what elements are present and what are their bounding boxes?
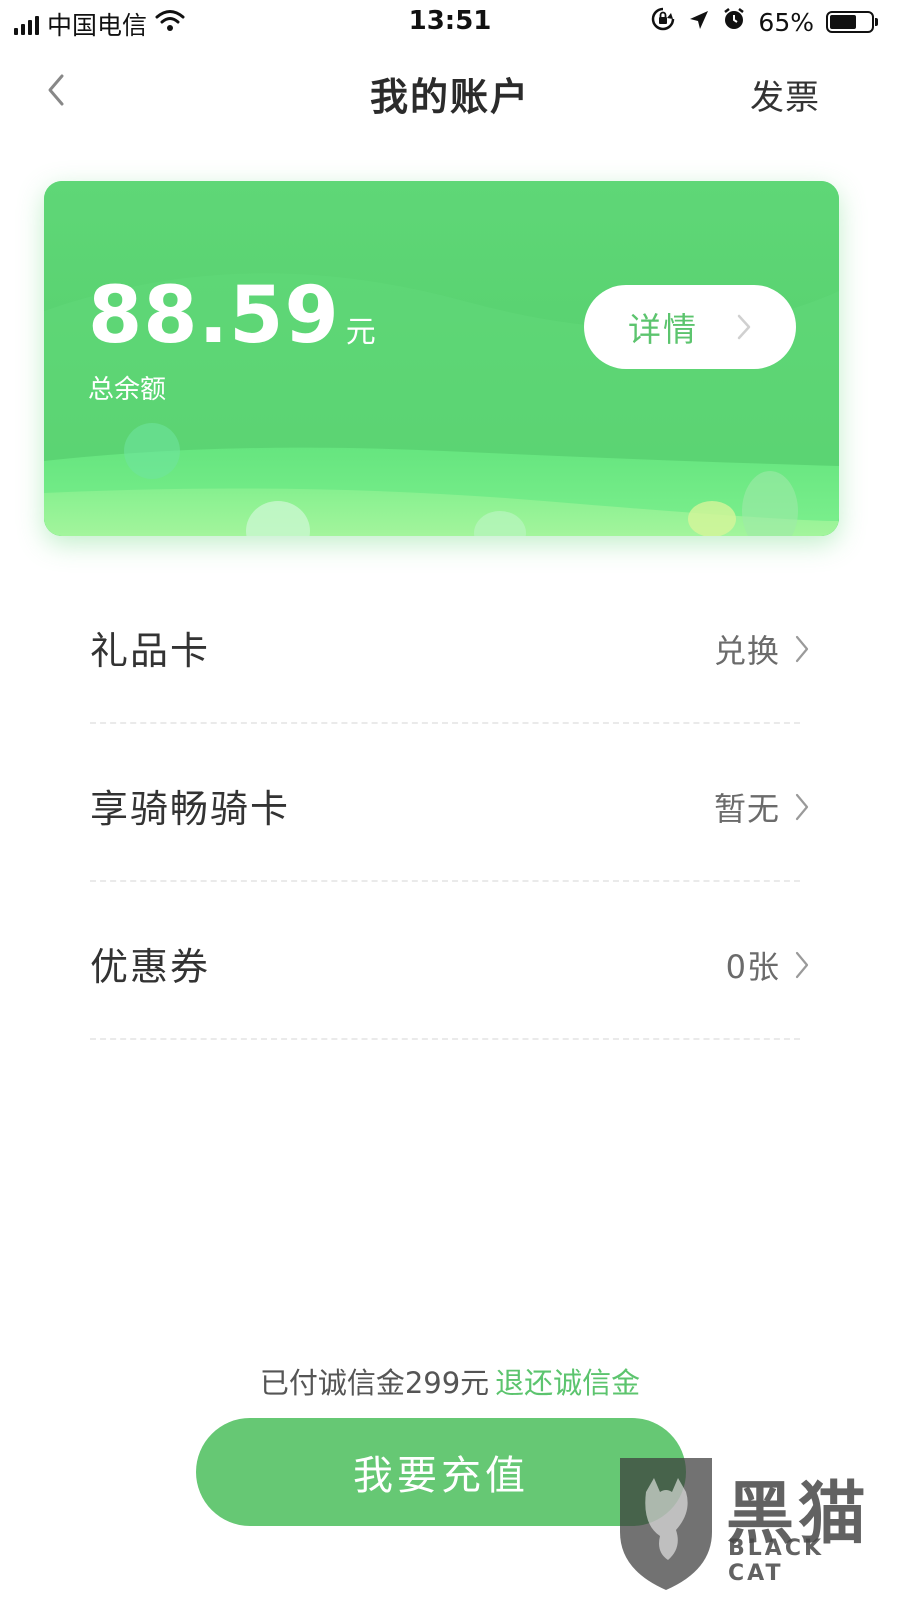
menu-item-label: 礼品卡 (90, 629, 211, 673)
menu-item-right: 暂无 (714, 784, 810, 830)
invoice-button[interactable]: 发票 (750, 70, 820, 119)
nav-bar: 我的账户 发票 (0, 54, 900, 124)
chevron-right-icon (795, 951, 809, 979)
divider (90, 1038, 800, 1040)
menu-item-right: 0张 (726, 942, 810, 988)
battery-icon (826, 11, 878, 33)
status-bar-right: 65% (650, 6, 878, 38)
balance-amount: 88.59 元 (88, 271, 376, 361)
menu-item-gift-card[interactable]: 礼品卡 兑换 (90, 566, 810, 724)
alarm-icon (722, 7, 746, 37)
location-icon (688, 8, 710, 37)
menu-item-value: 暂无 (713, 790, 780, 828)
chevron-right-icon (795, 635, 809, 663)
menu-item-label: 享骑畅骑卡 (90, 787, 291, 831)
menu-item-right: 兑换 (714, 626, 810, 672)
watermark-subtext: BLACK CAT (728, 1536, 825, 1586)
chevron-right-icon (737, 314, 751, 340)
menu-item-label: 优惠券 (90, 945, 211, 989)
detail-button[interactable]: 详情 (584, 285, 796, 369)
menu-item-riding-card[interactable]: 享骑畅骑卡 暂无 (90, 724, 810, 882)
cat-shield-logo (620, 1458, 712, 1590)
menu-item-coupons[interactable]: 优惠券 0张 (90, 882, 810, 1040)
detail-label: 详情 (628, 310, 698, 349)
chevron-right-icon (795, 793, 809, 821)
black-cat-watermark: 黑猫 BLACK CAT (616, 1452, 886, 1597)
deposit-text: 已付诚信金299元 (259, 1366, 490, 1400)
menu-item-value: 兑换 (713, 632, 780, 670)
status-bar: 中国电信 13:51 65% (0, 0, 900, 44)
orientation-lock-icon (650, 6, 676, 38)
recharge-label: 我要充值 (353, 1453, 529, 1499)
battery-percent: 65% (758, 7, 814, 37)
recharge-button[interactable]: 我要充值 (196, 1418, 686, 1526)
balance-card: 88.59 元 总余额 详情 (44, 181, 839, 536)
menu-item-value: 0张 (725, 948, 780, 986)
balance-value: 88.59 (88, 271, 340, 361)
deposit-info: 已付诚信金299元 退还诚信金 (0, 1360, 900, 1402)
balance-unit: 元 (345, 315, 376, 350)
menu-list: 礼品卡 兑换 享骑畅骑卡 暂无 优惠券 0张 (90, 566, 810, 1040)
balance-label: 总余额 (88, 375, 167, 405)
refund-deposit-link[interactable]: 退还诚信金 (495, 1366, 640, 1400)
